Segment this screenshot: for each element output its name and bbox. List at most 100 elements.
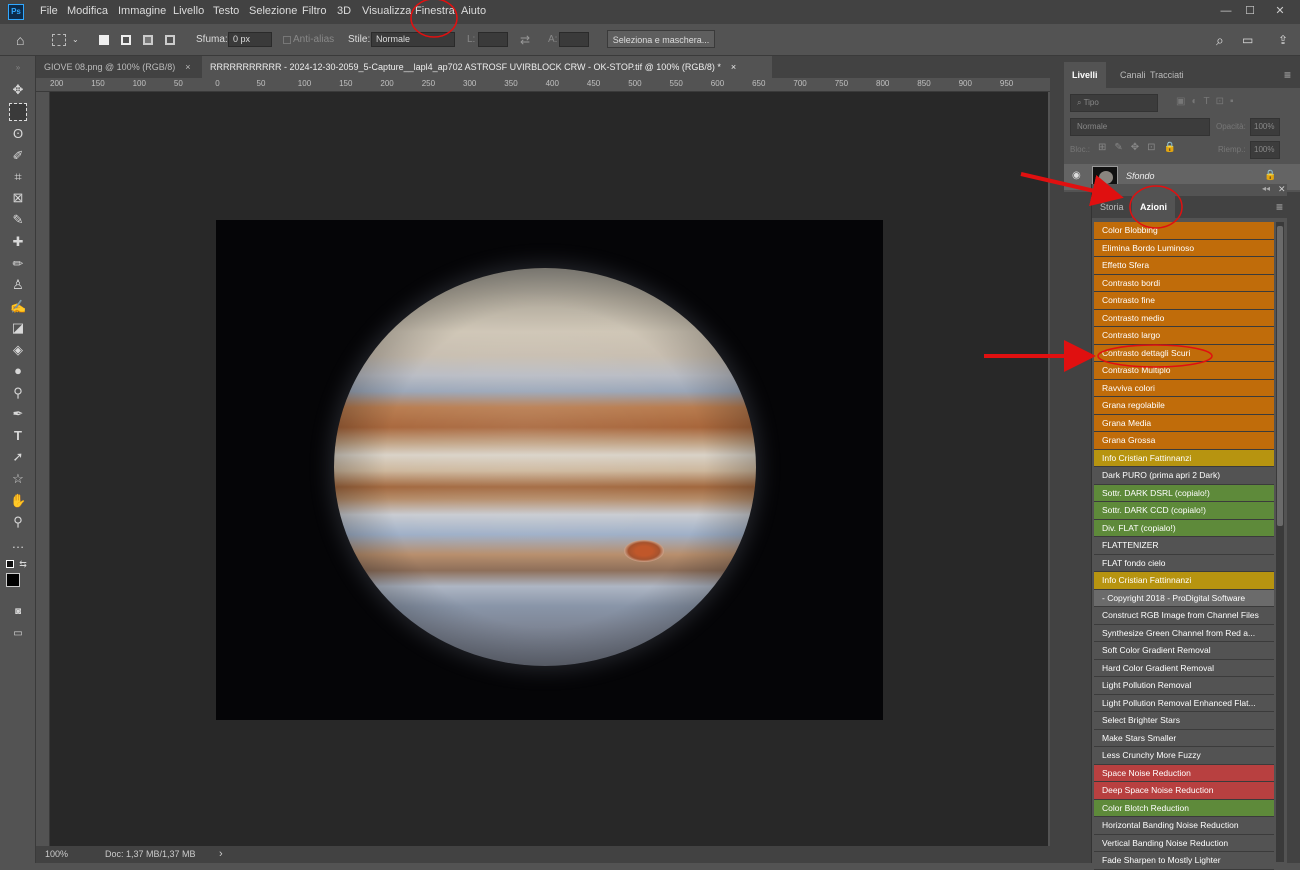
frame-tool-icon[interactable]: ⊠	[10, 190, 26, 206]
width-field[interactable]	[478, 32, 508, 47]
layer-name[interactable]: Sfondo	[1126, 171, 1155, 181]
quick-select-tool-icon[interactable]: ✐	[10, 148, 26, 164]
zoom-level[interactable]: 100%	[45, 846, 68, 863]
blur-tool-icon[interactable]: ●	[10, 363, 26, 379]
close-window-icon[interactable]: ✕	[1268, 2, 1292, 20]
brush-tool-icon[interactable]: ✏	[10, 256, 26, 272]
zoom-tool-icon[interactable]: ⚲	[10, 514, 26, 530]
action-item[interactable]: Info Cristian Fattinnanzi	[1094, 572, 1274, 590]
action-item[interactable]: Space Noise Reduction	[1094, 764, 1274, 782]
action-item[interactable]: Contrasto Multiplo	[1094, 362, 1274, 380]
stamp-tool-icon[interactable]: ♙	[10, 277, 26, 293]
menu-testo[interactable]: Testo	[213, 5, 239, 17]
action-item[interactable]: Grana Media	[1094, 414, 1274, 432]
status-menu-arrow[interactable]: ›	[219, 846, 223, 863]
tab-livelli[interactable]: Livelli	[1064, 62, 1106, 88]
action-item[interactable]: Select Brighter Stars	[1094, 712, 1274, 730]
action-item[interactable]: FLAT fondo cielo	[1094, 554, 1274, 572]
menu-finestra[interactable]: Finestra	[415, 5, 455, 17]
action-item[interactable]: Fade Sharpen to Mostly Lighter	[1094, 852, 1274, 870]
sfuma-field[interactable]: 0 px	[228, 32, 272, 47]
fill-field[interactable]: 100%	[1250, 141, 1280, 159]
action-item[interactable]: Hard Color Gradient Removal	[1094, 659, 1274, 677]
action-item[interactable]: Construct RGB Image from Channel Files	[1094, 607, 1274, 625]
action-item[interactable]: Horizontal Banding Noise Reduction	[1094, 817, 1274, 835]
foreground-color-swatch[interactable]	[6, 573, 20, 587]
hand-tool-icon[interactable]: ✋	[10, 493, 26, 509]
home-icon[interactable]: ⌂	[16, 31, 24, 49]
action-item[interactable]: Soft Color Gradient Removal	[1094, 642, 1274, 660]
action-item[interactable]: Make Stars Smaller	[1094, 729, 1274, 747]
quick-mask-icon[interactable]: ◙	[10, 604, 26, 620]
layer-filter-select[interactable]: ⌕ Tipo	[1070, 94, 1158, 112]
scrollbar-thumb[interactable]	[1277, 226, 1283, 526]
intersect-selection-icon[interactable]	[165, 35, 175, 45]
action-item[interactable]: Info Cristian Fattinnanzi	[1094, 449, 1274, 467]
healing-brush-icon[interactable]: ✚	[10, 234, 26, 250]
panel-menu-icon[interactable]: ≡	[1276, 62, 1299, 88]
action-item[interactable]: Effetto Sfera	[1094, 257, 1274, 275]
antialias-checkbox[interactable]	[283, 36, 291, 44]
action-item[interactable]: Vertical Banding Noise Reduction	[1094, 834, 1274, 852]
dodge-tool-icon[interactable]: ⚲	[10, 385, 26, 401]
opacity-field[interactable]: 100%	[1250, 118, 1280, 136]
menu-modifica[interactable]: Modifica	[67, 5, 108, 17]
close-panel-icon[interactable]: ✕	[1278, 184, 1286, 195]
minimize-icon[interactable]: —	[1214, 2, 1238, 20]
paint-bucket-icon[interactable]: ◈	[10, 342, 26, 358]
blend-mode-select[interactable]: Normale	[1070, 118, 1210, 136]
tab-azioni[interactable]: Azioni	[1132, 196, 1175, 218]
action-item[interactable]: Color Blobbing	[1094, 222, 1274, 240]
move-tool-icon[interactable]: ✥	[10, 82, 26, 98]
chevron-down-icon[interactable]: ⌄	[72, 31, 79, 49]
shape-tool-icon[interactable]: ☆	[10, 471, 26, 487]
lock-icon[interactable]: 🔒	[1264, 170, 1276, 181]
swap-colors-icon[interactable]: ⇆	[18, 556, 28, 569]
pen-tool-icon[interactable]: ✒	[10, 406, 26, 422]
close-icon[interactable]: ×	[731, 62, 736, 72]
action-item[interactable]: Contrasto dettagli Scuri	[1094, 344, 1274, 362]
search-icon[interactable]: ⌕	[1216, 31, 1224, 49]
crop-tool-icon[interactable]: ⌗	[10, 169, 26, 185]
action-item[interactable]: Color Blotch Reduction	[1094, 799, 1274, 817]
action-item[interactable]: Div. FLAT (copialo!)	[1094, 519, 1274, 537]
eyedropper-tool-icon[interactable]: ✎	[10, 212, 26, 228]
select-and-mask-button[interactable]: Seleziona e maschera...	[607, 30, 715, 48]
tab-storia[interactable]: Storia	[1092, 196, 1132, 218]
marquee-tool-icon[interactable]	[52, 34, 66, 46]
action-item[interactable]: Contrasto bordi	[1094, 274, 1274, 292]
path-select-icon[interactable]: ➚	[10, 449, 26, 465]
type-tool-icon[interactable]: T	[10, 428, 26, 444]
menu-livello[interactable]: Livello	[173, 5, 204, 17]
tab-rrrrr-capture[interactable]: RRRRRRRRRRR - 2024-12-30-2059_5-Capture_…	[202, 56, 772, 78]
workspace-icon[interactable]: ▭	[1242, 31, 1253, 49]
action-item[interactable]: FLATTENIZER	[1094, 537, 1274, 555]
action-item[interactable]: - Copyright 2018 - ProDigital Software	[1094, 589, 1274, 607]
action-item[interactable]: Sottr. DARK DSRL (copialo!)	[1094, 484, 1274, 502]
history-brush-icon[interactable]: ✍	[10, 299, 26, 315]
rect-marquee-tool-icon[interactable]	[9, 103, 27, 121]
action-item[interactable]: Contrasto medio	[1094, 309, 1274, 327]
menu-selezione[interactable]: Selezione	[249, 5, 297, 17]
action-item[interactable]: Less Crunchy More Fuzzy	[1094, 747, 1274, 765]
add-selection-icon[interactable]	[121, 35, 131, 45]
action-item[interactable]: Contrasto fine	[1094, 292, 1274, 310]
swap-icon[interactable]: ⇄	[520, 31, 530, 49]
panel-menu-icon[interactable]: ≡	[1268, 196, 1291, 218]
action-item[interactable]: Deep Space Noise Reduction	[1094, 782, 1274, 800]
action-item[interactable]: Grana regolabile	[1094, 397, 1274, 415]
action-item[interactable]: Grana Grossa	[1094, 432, 1274, 450]
stile-select[interactable]: Normale	[371, 32, 455, 47]
tab-giove-08[interactable]: GIOVE 08.png @ 100% (RGB/8) ×	[36, 56, 198, 78]
action-item[interactable]: Light Pollution Removal	[1094, 677, 1274, 695]
subtract-selection-icon[interactable]	[143, 35, 153, 45]
action-item[interactable]: Ravviva colori	[1094, 379, 1274, 397]
document-image[interactable]	[216, 220, 883, 720]
menu-immagine[interactable]: Immagine	[118, 5, 166, 17]
tab-tracciati[interactable]: Tracciati	[1142, 62, 1192, 88]
action-item[interactable]: Dark PURO (prima apri 2 Dark)	[1094, 467, 1274, 485]
new-selection-icon[interactable]	[99, 35, 109, 45]
close-icon[interactable]: ×	[185, 62, 190, 72]
share-icon[interactable]: ⇪	[1278, 31, 1288, 49]
maximize-icon[interactable]: ☐	[1238, 2, 1262, 20]
